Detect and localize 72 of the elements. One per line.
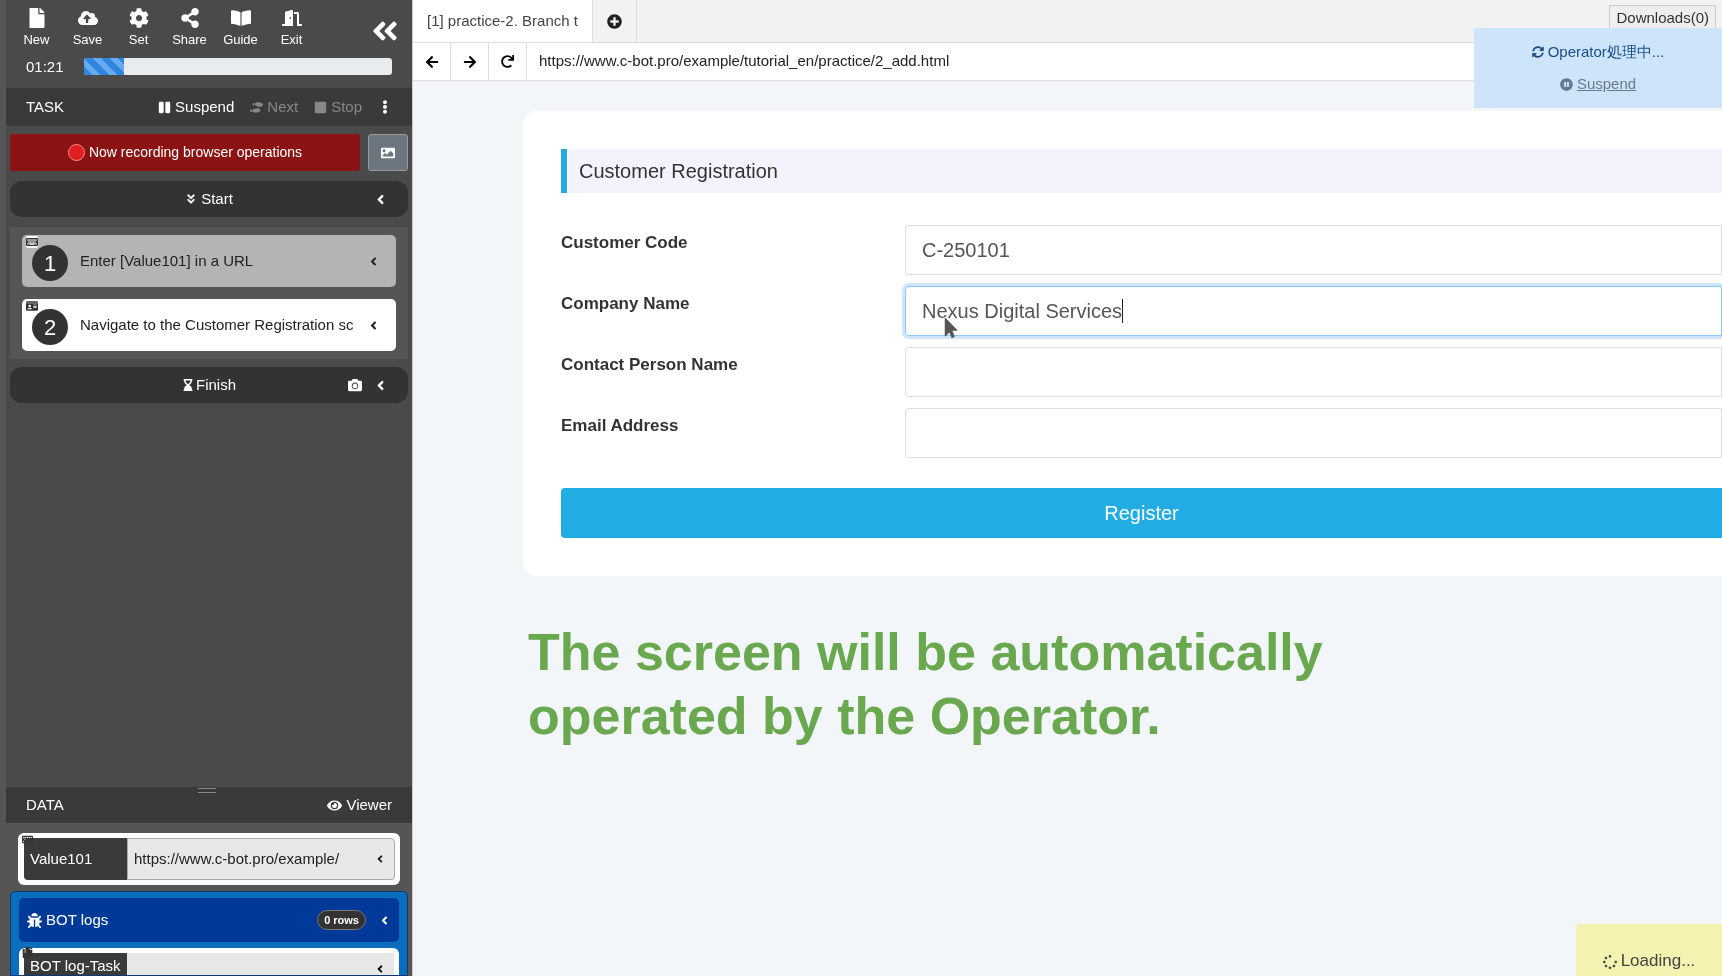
- start-bar[interactable]: Start: [10, 181, 408, 217]
- pause-icon: [158, 100, 172, 114]
- step-card[interactable]: 2 Navigate to the Customer Registration sc: [22, 299, 396, 351]
- toolbar-button[interactable]: Set: [120, 8, 157, 50]
- form-title: Customer Registration: [579, 159, 778, 184]
- double-down-icon: [185, 193, 198, 205]
- value-card[interactable]: Value101 https://www.c-bot.pro/example/: [18, 833, 400, 885]
- recording-text: Now recording browser operations: [88, 143, 303, 162]
- spinner-icon: [1531, 45, 1544, 58]
- back-icon: [424, 54, 439, 69]
- viewer-button[interactable]: Viewer: [327, 793, 392, 817]
- hourglass-icon: [182, 379, 194, 391]
- footprints-icon: [250, 100, 264, 114]
- step-text: Enter [Value101] in a URL: [80, 250, 254, 271]
- stop-icon: [314, 100, 328, 114]
- reload-icon: [501, 55, 514, 68]
- record-icon: [67, 144, 85, 161]
- toolbar-button[interactable]: Save: [69, 8, 106, 50]
- log-card[interactable]: BOT log-Task: [19, 948, 399, 975]
- task-action-button[interactable]: Suspend: [158, 95, 235, 119]
- operator-notice: The screen will be automatically operated by the Operator.: [528, 622, 1324, 747]
- text-field[interactable]: [905, 347, 1722, 397]
- pause-icon: [1559, 77, 1573, 91]
- field-label: Email Address: [561, 415, 680, 437]
- book-icon: [230, 8, 251, 28]
- image-button[interactable]: [368, 134, 408, 171]
- toolbar-button[interactable]: Guide: [222, 8, 259, 50]
- row-count-badge: 0 rows: [317, 909, 366, 931]
- settings-icon: [128, 8, 149, 28]
- text-field[interactable]: Nexus Digital Services: [905, 286, 1722, 336]
- browser-tab[interactable]: [1] practice-2. Branch t: [413, 0, 593, 42]
- operator-status: Operator処理中...: [1531, 40, 1665, 63]
- toolbar-button[interactable]: New: [18, 8, 55, 50]
- field-value: Nexus Digital Services: [922, 299, 1123, 324]
- cloud-upload-icon: [77, 8, 98, 28]
- keyboard-icon: [22, 834, 33, 845]
- url-field[interactable]: https://www.c-bot.pro/example/tutorial_en/practice/2_add.html: [527, 50, 950, 73]
- toolbar-button[interactable]: Share: [171, 8, 208, 50]
- forward-icon: [462, 54, 477, 69]
- image-icon: [381, 145, 395, 160]
- field-label: Customer Code: [561, 232, 689, 254]
- door-icon: [281, 8, 302, 28]
- finish-bar[interactable]: Finish: [10, 367, 408, 403]
- step-text: Navigate to the Customer Registration sc: [80, 314, 354, 335]
- step-number: 2: [32, 309, 68, 345]
- toolbar-button[interactable]: Exit: [273, 8, 310, 50]
- step-number: 1: [32, 245, 68, 281]
- share-icon: [179, 8, 200, 28]
- text-field[interactable]: [905, 408, 1722, 458]
- text-field[interactable]: C-250101: [905, 225, 1722, 275]
- value-text: https://www.c-bot.pro/example/: [134, 848, 340, 869]
- plus-icon: [606, 13, 622, 29]
- log-name: BOT log-Task: [24, 953, 127, 975]
- keyboard-icon: [26, 236, 38, 248]
- step-card[interactable]: 1 Enter [Value101] in a URL: [22, 235, 396, 287]
- value-name: Value101: [24, 838, 127, 880]
- field-value: C-250101: [922, 238, 1010, 263]
- id-card-icon: [26, 300, 38, 312]
- bug-icon: [27, 912, 42, 928]
- section-title: TASK: [26, 96, 65, 117]
- field-label: Company Name: [561, 293, 691, 315]
- drag-handle-icon[interactable]: [198, 788, 216, 793]
- field-label: Contact Person Name: [561, 354, 739, 376]
- loading-badge: Loading...: [1576, 924, 1722, 976]
- bot-logs-header[interactable]: BOT logs 0 rows: [19, 898, 399, 942]
- spinner-icon: [1602, 955, 1617, 969]
- bot-logs-title: BOT logs: [46, 909, 109, 930]
- section-title: DATA: [26, 794, 64, 815]
- downloads-button[interactable]: Downloads(0): [1609, 5, 1716, 31]
- camera-icon: [348, 378, 362, 392]
- timer: 01:21: [26, 56, 64, 77]
- copy-icon: [22, 947, 33, 958]
